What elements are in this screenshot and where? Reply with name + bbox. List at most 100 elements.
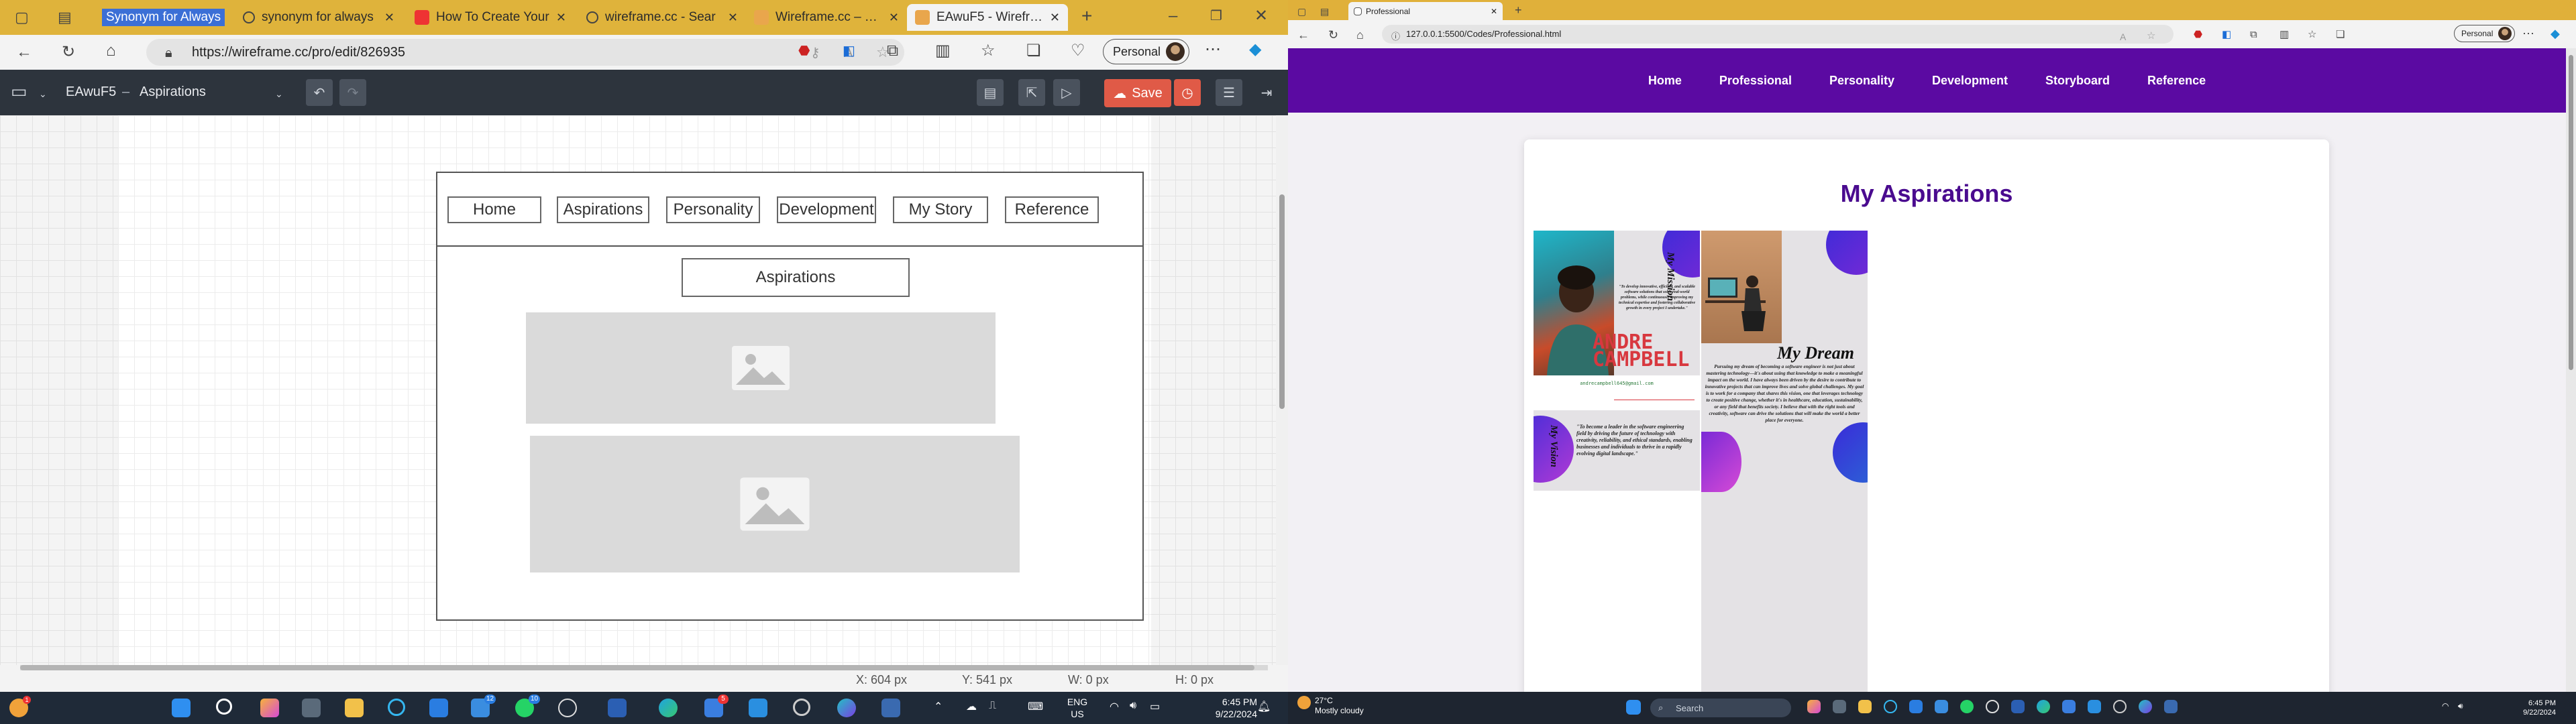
workspaces-icon[interactable]: ▢ <box>15 9 29 25</box>
collections-icon[interactable]: ❏ <box>2336 27 2345 43</box>
wifi-icon[interactable]: ◠ <box>1110 700 1119 713</box>
vscode-icon[interactable] <box>749 699 767 717</box>
extension-icon[interactable]: ◧ <box>2222 27 2231 43</box>
usb-icon[interactable]: ⎍ <box>989 700 996 712</box>
copilot-icon[interactable]: ◆ <box>2551 25 2560 42</box>
favorites-icon[interactable]: ☆ <box>2308 27 2316 43</box>
site-nav-storyboard[interactable]: Storyboard <box>2045 74 2110 88</box>
whatsapp-icon[interactable] <box>1960 700 1974 713</box>
edge-icon[interactable] <box>659 699 678 717</box>
weather-icon[interactable] <box>1297 696 1311 709</box>
copilot-icon[interactable]: ◆ <box>1249 42 1261 58</box>
share-button[interactable]: ⇱ <box>1018 79 1045 106</box>
close-icon[interactable]: ✕ <box>556 11 566 25</box>
media-player-icon[interactable] <box>1986 700 1999 713</box>
notifications-bell-icon[interactable]: 🔔︎ <box>1257 700 1271 713</box>
file-explorer-icon[interactable] <box>345 699 364 717</box>
site-nav-personality[interactable]: Personality <box>1829 74 1894 88</box>
copilot-app-icon[interactable] <box>260 699 279 717</box>
wf-heading-box[interactable]: Aspirations <box>682 258 910 297</box>
battery-icon[interactable]: ▭ <box>1150 700 1160 713</box>
favorites-icon[interactable]: ☆ <box>981 43 996 59</box>
obs-icon[interactable] <box>2113 700 2127 713</box>
collections-icon[interactable]: ❏ <box>1026 43 1041 59</box>
back-icon[interactable]: ← <box>1297 27 1309 43</box>
wf-nav-development[interactable]: Development <box>777 196 876 223</box>
home-icon[interactable]: ⌂ <box>1356 27 1364 43</box>
tab-professional[interactable]: Professional ✕ <box>1348 2 1503 20</box>
read-aloud-icon[interactable]: A <box>2120 29 2126 45</box>
outlook-icon[interactable] <box>2062 700 2076 713</box>
close-window-icon[interactable]: ✕ <box>1254 8 1268 24</box>
search-icon[interactable] <box>216 699 232 715</box>
tab-wireframe-home[interactable]: Wireframe.cc – The ✕ <box>746 4 907 31</box>
refresh-icon[interactable]: ↻ <box>1328 27 1338 43</box>
permissions-icon[interactable]: ⚷ <box>810 45 820 61</box>
store-icon[interactable] <box>1909 700 1923 713</box>
page-name[interactable]: Aspirations <box>140 84 206 100</box>
preview-button[interactable]: ▷ <box>1053 79 1080 106</box>
site-nav-reference[interactable]: Reference <box>2147 74 2206 88</box>
keyboard-icon[interactable]: ⌨ <box>1028 700 1043 713</box>
favorite-star-icon[interactable]: ☆ <box>2147 28 2155 44</box>
profile-button[interactable]: Personal <box>2454 25 2516 42</box>
task-view-icon[interactable] <box>302 699 321 717</box>
tab-synonym-always[interactable]: Synonym for Always <box>94 4 235 31</box>
chevron-up-icon[interactable]: ⌃ <box>934 700 943 713</box>
app-icon[interactable] <box>881 699 900 717</box>
split-screen-icon[interactable]: ▥ <box>2279 27 2289 43</box>
vertical-scrollbar[interactable] <box>1276 115 1288 665</box>
wf-nav-home[interactable]: Home <box>447 196 541 223</box>
close-icon[interactable]: ✕ <box>1491 7 1497 16</box>
media-player-icon[interactable] <box>558 699 577 717</box>
wf-nav-reference[interactable]: Reference <box>1005 196 1099 223</box>
close-icon[interactable]: ✕ <box>384 11 394 25</box>
panel-toggle-button[interactable]: ⇥ <box>1253 79 1280 106</box>
close-icon[interactable]: ✕ <box>1050 11 1060 25</box>
tab-youtube[interactable]: How To Create Your ✕ <box>407 4 574 31</box>
language-indicator[interactable]: ENG US <box>1064 696 1091 720</box>
extensions-puzzle-icon[interactable]: ⧉ <box>2250 27 2257 43</box>
site-nav-professional[interactable]: Professional <box>1719 74 1792 88</box>
workspaces-icon[interactable]: ▢ <box>1297 3 1306 19</box>
home-icon[interactable]: ⌂ <box>106 43 116 59</box>
horizontal-scrollbar[interactable] <box>20 665 1268 670</box>
canva-icon[interactable] <box>2139 700 2152 713</box>
wf-image-placeholder-2[interactable] <box>530 436 1020 572</box>
canva-icon[interactable] <box>837 699 856 717</box>
tab-synonym-search[interactable]: synonym for always ✕ <box>235 4 402 31</box>
wf-nav-my-story[interactable]: My Story <box>893 196 988 223</box>
extension-icon[interactable]: ◧ <box>843 43 855 59</box>
wifi-icon[interactable]: ◠ <box>2442 701 2449 711</box>
tab-wireframe-search[interactable]: wireframe.cc - Sear ✕ <box>578 4 746 31</box>
email-text[interactable]: andrecampbell645@gmail.com <box>1534 381 1700 386</box>
comments-button[interactable]: ▤ <box>977 79 1004 106</box>
scrollbar-thumb[interactable] <box>20 665 1254 670</box>
obs-icon[interactable] <box>793 699 810 716</box>
vscode-icon[interactable] <box>2088 700 2101 713</box>
task-view-icon[interactable] <box>1833 700 1846 713</box>
tab-actions-icon[interactable]: ▤ <box>1320 3 1329 19</box>
profile-button[interactable]: Personal <box>1103 39 1190 64</box>
start-icon[interactable] <box>1626 700 1641 715</box>
clock[interactable]: 6:45 PM 9/22/2024 <box>1190 696 1257 720</box>
history-button[interactable]: ◷ <box>1174 79 1201 106</box>
copilot-app-icon[interactable] <box>1807 700 1821 713</box>
word-icon[interactable] <box>608 699 627 717</box>
wireframe-canvas[interactable]: Home Aspirations Personality Development… <box>0 115 1288 665</box>
vertical-scrollbar[interactable] <box>2566 48 2576 692</box>
chevron-down-icon[interactable]: ⌄ <box>275 86 283 102</box>
refresh-icon[interactable]: ↻ <box>62 44 75 60</box>
tab-actions-icon[interactable]: ▤ <box>58 9 72 25</box>
word-icon[interactable] <box>2011 700 2025 713</box>
close-icon[interactable]: ✕ <box>728 11 738 25</box>
split-screen-icon[interactable]: ▥ <box>935 43 951 59</box>
clock[interactable]: 6:45 PM 9/22/2024 <box>2482 699 2556 717</box>
weather-widget[interactable]: 27°C Mostly cloudy <box>1315 696 1364 716</box>
settings-button[interactable]: ☰ <box>1216 79 1242 106</box>
back-icon[interactable]: ← <box>16 44 32 60</box>
save-button[interactable]: ☁ Save <box>1104 79 1171 107</box>
start-icon[interactable] <box>172 699 191 717</box>
wf-nav-personality[interactable]: Personality <box>666 196 760 223</box>
url-field[interactable]: ⓘ 127.0.0.1:5500/Codes/Professional.html… <box>1382 25 2174 44</box>
